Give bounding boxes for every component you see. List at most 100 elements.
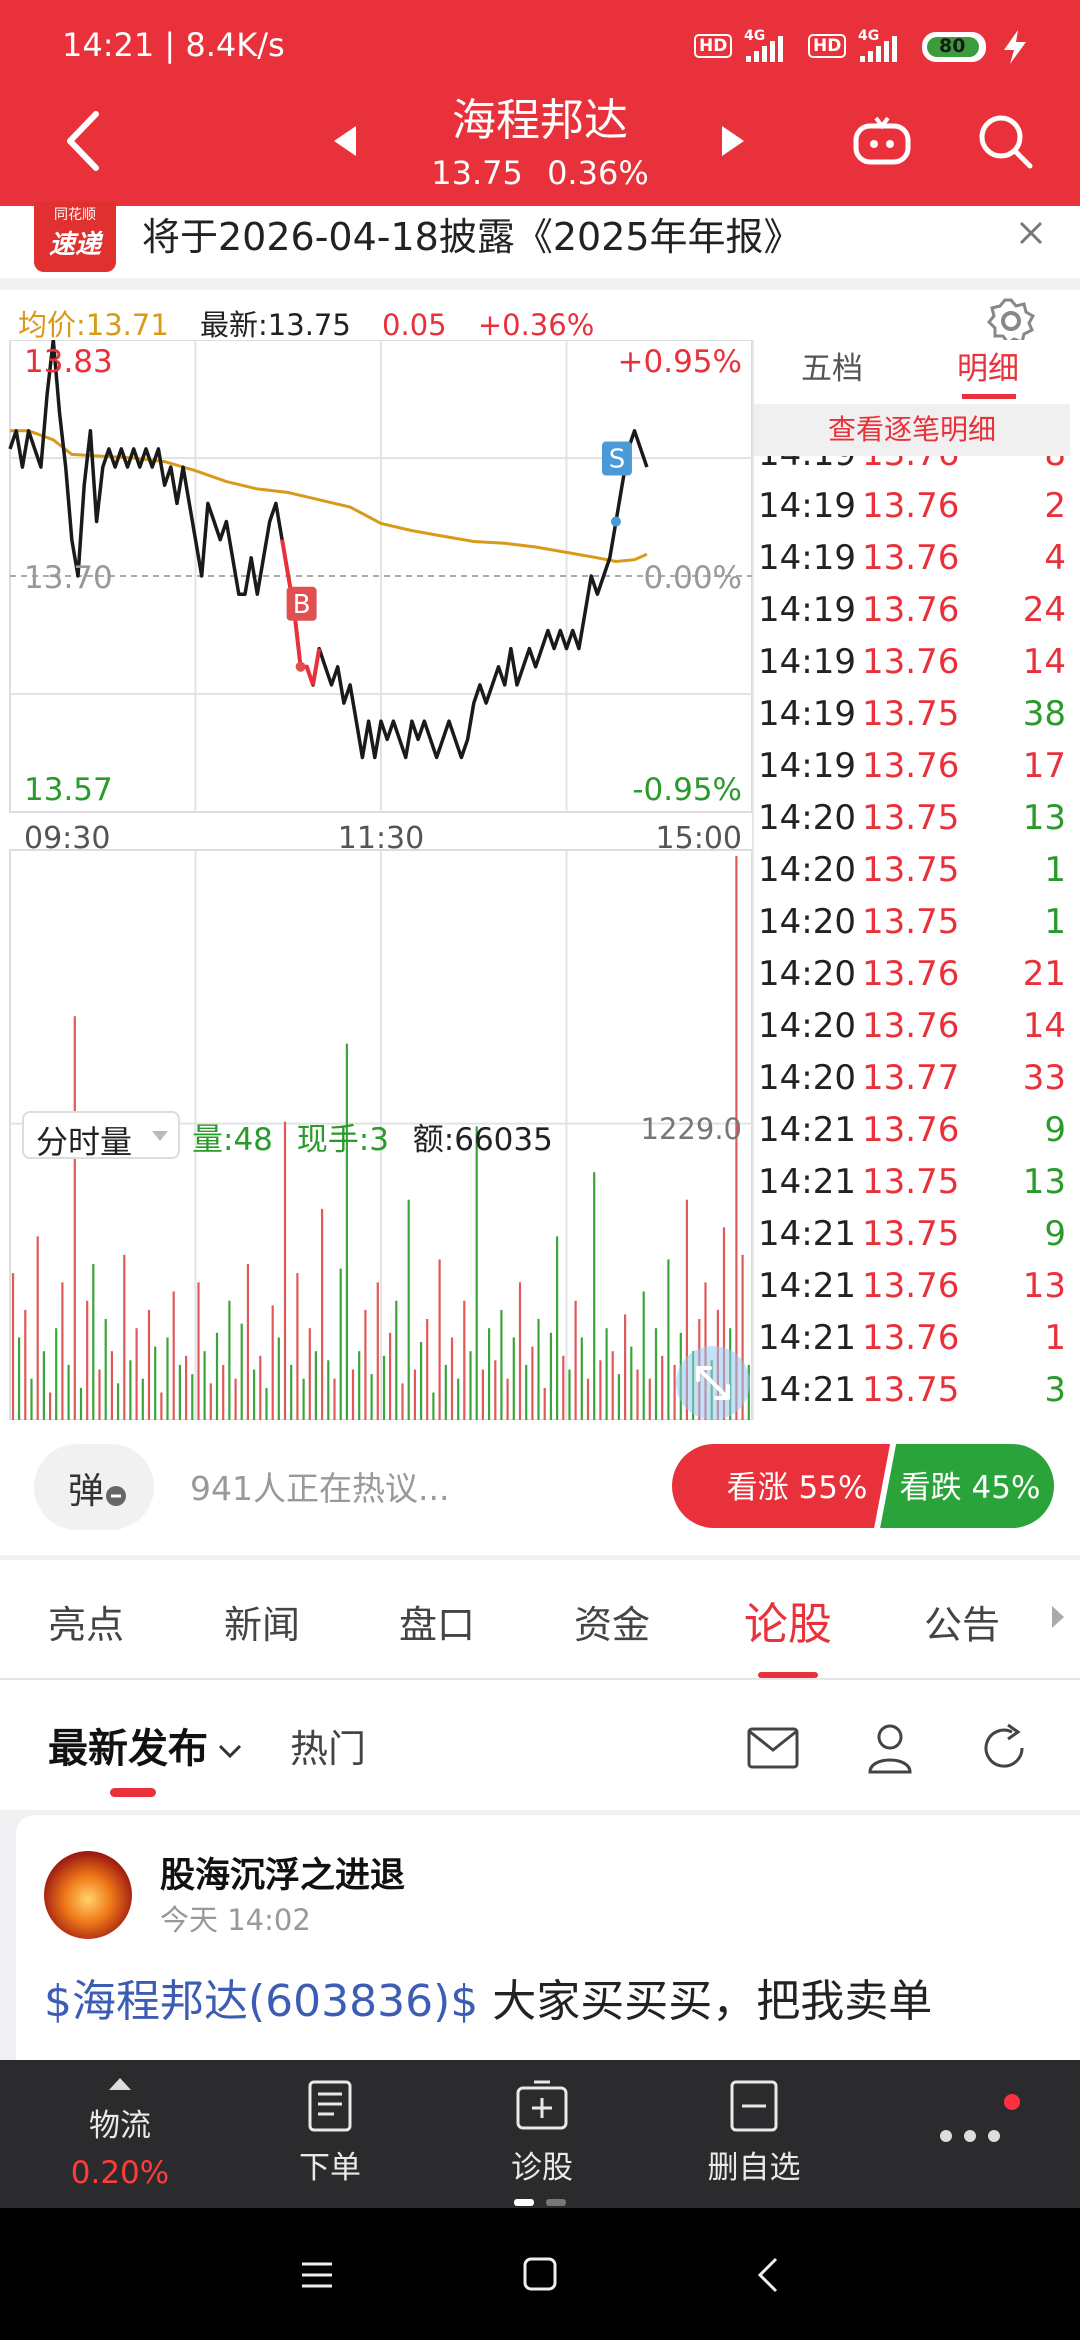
tab-item[interactable]: 新闻 bbox=[192, 1594, 332, 1649]
volume-bar bbox=[407, 1199, 410, 1420]
notice-text: 将于2026-04-18披露《2025年年报》 bbox=[142, 215, 802, 259]
close-icon[interactable] bbox=[1018, 220, 1044, 246]
volume-selector[interactable]: 分时量 bbox=[22, 1111, 180, 1161]
volume-bar bbox=[568, 1369, 571, 1420]
hd-icon: HD bbox=[694, 34, 733, 58]
notice-banner[interactable]: 同花顺 速递 将于2026-04-18披露《2025年年报》 bbox=[0, 202, 1080, 278]
discuss-text[interactable]: 941人正在热议... bbox=[190, 1462, 449, 1510]
system-back-icon[interactable] bbox=[756, 2256, 780, 2294]
nav-wuliu[interactable]: 物流 0.20% bbox=[40, 2068, 200, 2208]
pct-mid-label: 0.00% bbox=[644, 560, 742, 596]
volume-bar bbox=[358, 1351, 361, 1420]
volume-bar bbox=[73, 1016, 76, 1420]
trade-volume: 24 bbox=[1022, 590, 1066, 630]
nav-more[interactable] bbox=[930, 2090, 1030, 2170]
avg-price-label: 均价:13.71 bbox=[18, 308, 169, 342]
trade-volume: 13 bbox=[1022, 1162, 1066, 1202]
menu-icon[interactable] bbox=[300, 2258, 334, 2292]
volume-bar bbox=[537, 1319, 540, 1420]
trade-row: 14:20 13.75 1 bbox=[758, 896, 1068, 948]
back-icon[interactable] bbox=[62, 110, 102, 172]
tab-item[interactable]: 亮点 bbox=[16, 1594, 156, 1649]
volume-bar bbox=[290, 1364, 293, 1420]
price-chart[interactable]: BS13.8313.7013.57+0.95%0.00%-0.95%09:30 1… bbox=[0, 340, 760, 1420]
volume-bar bbox=[228, 1300, 231, 1420]
stock-link[interactable]: $海程邦达(603836)$ bbox=[44, 1976, 478, 2027]
content-tabs: 亮点 新闻 盘口 资金 论股 公告 bbox=[0, 1560, 1080, 1680]
volume-bar bbox=[599, 1360, 602, 1420]
volume-bar bbox=[277, 1337, 280, 1420]
logo-top-text: 同花顺 bbox=[54, 207, 96, 223]
volume-bar bbox=[345, 1043, 348, 1420]
tab-item[interactable]: 论股 bbox=[718, 1588, 858, 1652]
detail-button[interactable]: 查看逐笔明细 bbox=[754, 404, 1070, 456]
change-pct-value: +0.36% bbox=[477, 308, 595, 342]
vote-bar[interactable]: 看涨 55% 看跌 45% bbox=[672, 1444, 1054, 1528]
volume-bar bbox=[123, 1254, 126, 1420]
tabs-more-icon[interactable] bbox=[1050, 1604, 1066, 1630]
trade-price: 13.76 bbox=[862, 954, 960, 994]
user-icon[interactable] bbox=[866, 1722, 914, 1774]
trade-price: 13.75 bbox=[862, 1214, 960, 1254]
volume-bar bbox=[333, 1378, 336, 1420]
post-body: $海程邦达(603836)$ 大家买买买，把我卖单 bbox=[44, 1965, 932, 2029]
trade-price: 13.76 bbox=[862, 1266, 960, 1306]
robot-icon[interactable] bbox=[852, 112, 912, 172]
tab-item[interactable]: 盘口 bbox=[367, 1594, 507, 1649]
amount-value: 额:66035 bbox=[412, 1122, 553, 1158]
nav-diagnose[interactable]: 诊股 bbox=[462, 2078, 622, 2207]
tab-mingxi[interactable]: 明细 bbox=[910, 340, 1066, 398]
volume-bar bbox=[556, 1236, 559, 1420]
stock-price-line: 13.75 0.36% bbox=[340, 154, 740, 192]
nav-order-label: 下单 bbox=[299, 2150, 361, 2186]
volume-bar bbox=[401, 1383, 404, 1420]
logo-bottom-text: 速递 bbox=[48, 230, 101, 260]
avatar[interactable] bbox=[44, 1851, 132, 1939]
refresh-icon[interactable] bbox=[978, 1722, 1030, 1774]
volume-bar bbox=[469, 1351, 472, 1420]
mail-icon[interactable] bbox=[746, 1726, 800, 1770]
trade-price: 13.76 bbox=[862, 1110, 960, 1150]
trade-time: 14:20 bbox=[758, 798, 856, 838]
subtab-latest[interactable]: 最新发布 bbox=[48, 1716, 243, 1774]
settings-gear-icon[interactable] bbox=[986, 296, 1036, 346]
trade-list[interactable]: 14:19 13.76 8 14:1913.76214:1913.76414:1… bbox=[758, 456, 1070, 1420]
trade-price: 13.75 bbox=[862, 1370, 960, 1410]
trade-row: 14:20 13.75 1 bbox=[758, 844, 1068, 896]
volume-bar bbox=[110, 1351, 113, 1420]
subtab-hot[interactable]: 热门 bbox=[290, 1718, 366, 1773]
home-icon[interactable] bbox=[522, 2256, 558, 2292]
volume-bar bbox=[79, 1387, 83, 1420]
volume-bar bbox=[500, 1309, 503, 1420]
volume-bar bbox=[178, 1364, 181, 1420]
caret-up-icon bbox=[109, 2078, 131, 2090]
trade-row: 14:19 13.76 2 bbox=[758, 480, 1068, 532]
signal-icon-2 bbox=[860, 36, 897, 62]
tab-wudang[interactable]: 五档 bbox=[754, 340, 910, 398]
trade-row: 14:19 13.76 4 bbox=[758, 532, 1068, 584]
nav-order[interactable]: 下单 bbox=[250, 2078, 410, 2187]
ths-logo: 同花顺 速递 bbox=[34, 202, 116, 272]
post-author[interactable]: 股海沉浮之进退 bbox=[160, 1847, 405, 1898]
trade-price: 13.75 bbox=[862, 902, 960, 942]
next-stock-icon[interactable] bbox=[720, 124, 746, 158]
volume-bar bbox=[438, 1259, 441, 1420]
tab-item[interactable]: 资金 bbox=[542, 1594, 682, 1649]
volume-bar bbox=[154, 1346, 157, 1420]
danmu-button[interactable]: 弹 bbox=[34, 1444, 154, 1530]
volume-bar bbox=[265, 1387, 268, 1420]
search-icon[interactable] bbox=[976, 112, 1034, 170]
volume-bar bbox=[481, 1369, 484, 1420]
volume-bar bbox=[172, 1291, 175, 1420]
post-card[interactable]: 股海沉浮之进退 今天 14:02 $海程邦达(603836)$ 大家买买买，把我… bbox=[16, 1815, 1080, 2060]
tab-item[interactable]: 公告 bbox=[892, 1594, 1032, 1649]
nav-remove[interactable]: 删自选 bbox=[674, 2078, 834, 2187]
volume-bar bbox=[86, 1300, 89, 1420]
fullscreen-button[interactable] bbox=[676, 1346, 750, 1420]
volume-bar bbox=[308, 1328, 311, 1420]
trade-price: 13.76 bbox=[862, 746, 960, 786]
trade-price: 13.75 bbox=[862, 1162, 960, 1202]
order-icon bbox=[308, 2080, 352, 2132]
page-indicator bbox=[514, 2199, 570, 2207]
stock-name: 海程邦达 bbox=[452, 95, 628, 146]
